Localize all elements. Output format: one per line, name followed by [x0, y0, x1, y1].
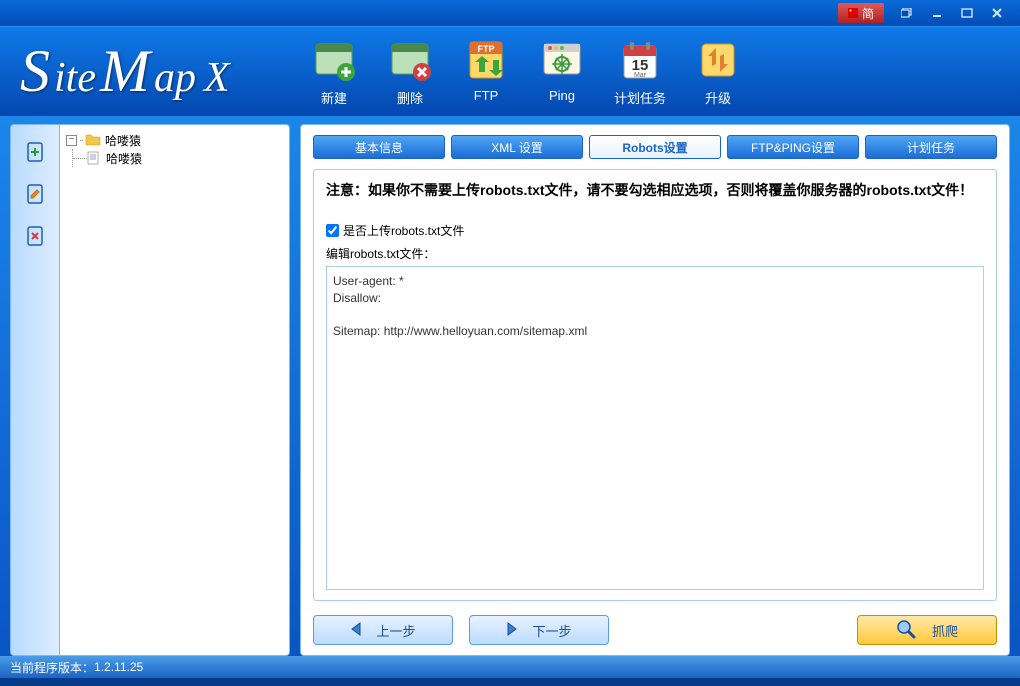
ping-button[interactable]: Ping: [538, 36, 586, 107]
ping-label: Ping: [549, 88, 575, 103]
language-label: 简: [862, 5, 874, 22]
upload-checkbox[interactable]: [326, 224, 339, 237]
tab-robots[interactable]: Robots设置: [589, 135, 721, 159]
button-row: 上一步 下一步 抓爬: [313, 615, 997, 645]
tree-root-label: 哈喽猿: [105, 132, 141, 149]
ftp-icon: FTP: [462, 36, 510, 84]
tree-root[interactable]: − 哈喽猿: [66, 131, 283, 149]
prev-label: 上一步: [376, 621, 415, 640]
side-add-button[interactable]: [20, 137, 50, 167]
delete-icon: [386, 36, 434, 84]
next-label: 下一步: [532, 621, 571, 640]
new-button[interactable]: 新建: [310, 36, 358, 107]
tab-xml[interactable]: XML 设置: [451, 135, 583, 159]
app-logo: SiteMapX: [0, 37, 300, 106]
upload-checkbox-row[interactable]: 是否上传robots.txt文件: [326, 222, 984, 239]
main-area: − 哈喽猿 哈喽猿 基本信息 XML 设置 Robots设置 FTP&PING设…: [0, 116, 1020, 656]
tab-schedule[interactable]: 计划任务: [865, 135, 997, 159]
prev-button[interactable]: 上一步: [313, 615, 453, 645]
maximize-icon: [961, 8, 973, 18]
status-bar: 当前程序版本： 1.2.11.25: [0, 656, 1020, 678]
ftp-button[interactable]: FTP FTP: [462, 36, 510, 107]
arrow-right-icon: [506, 622, 518, 639]
tab-ftpping[interactable]: FTP&PING设置: [727, 135, 859, 159]
delete-label: 删除: [397, 88, 423, 107]
new-icon: [310, 36, 358, 84]
add-page-icon: [23, 140, 47, 164]
ftp-label: FTP: [474, 88, 499, 103]
restore-icon: [901, 8, 913, 18]
tree-panel: − 哈喽猿 哈喽猿: [60, 124, 290, 656]
crawl-label: 抓爬: [932, 621, 958, 640]
tree-collapse-icon[interactable]: −: [66, 135, 77, 146]
maximize-button[interactable]: [952, 3, 982, 23]
minimize-button[interactable]: [922, 3, 952, 23]
folder-icon: [85, 133, 101, 147]
upgrade-icon: [694, 36, 742, 84]
sheet-icon: [86, 151, 102, 165]
delete-page-icon: [23, 224, 47, 248]
tree-child[interactable]: 哈喽猿: [66, 149, 283, 167]
warning-text: 注意：如果你不需要上传robots.txt文件，请不要勾选相应选项，否则将覆盖你…: [326, 180, 984, 200]
robots-panel: 注意：如果你不需要上传robots.txt文件，请不要勾选相应选项，否则将覆盖你…: [313, 169, 997, 601]
edit-page-icon: [23, 182, 47, 206]
upgrade-button[interactable]: 升级: [694, 36, 742, 107]
edit-label: 编辑robots.txt文件：: [326, 245, 984, 262]
language-button[interactable]: 简: [838, 3, 884, 23]
side-toolbar: [10, 124, 60, 656]
upgrade-label: 升级: [705, 88, 731, 107]
toolbar: 新建 删除 FTP FTP Ping 15Mar 计划任务: [300, 36, 742, 107]
arrow-left-icon: [350, 622, 362, 639]
svg-text:FTP: FTP: [478, 44, 495, 54]
minimize-icon: [931, 7, 943, 19]
header: SiteMapX 新建 删除 FTP FTP Ping: [0, 26, 1020, 116]
version-number: 1.2.11.25: [94, 660, 143, 674]
svg-text:Mar: Mar: [634, 72, 647, 79]
schedule-button[interactable]: 15Mar 计划任务: [614, 36, 666, 107]
title-bar: 简: [0, 0, 1020, 26]
robots-textarea[interactable]: [326, 266, 984, 590]
side-edit-button[interactable]: [20, 179, 50, 209]
flag-icon: [848, 8, 858, 18]
restore-window-button[interactable]: [892, 3, 922, 23]
new-label: 新建: [321, 88, 347, 107]
calendar-icon: 15Mar: [616, 36, 664, 84]
version-prefix: 当前程序版本：: [10, 659, 94, 676]
side-delete-button[interactable]: [20, 221, 50, 251]
tab-basic[interactable]: 基本信息: [313, 135, 445, 159]
crawl-button[interactable]: 抓爬: [857, 615, 997, 645]
delete-button[interactable]: 删除: [386, 36, 434, 107]
next-button[interactable]: 下一步: [469, 615, 609, 645]
close-button[interactable]: [982, 3, 1012, 23]
tabs: 基本信息 XML 设置 Robots设置 FTP&PING设置 计划任务: [313, 135, 997, 159]
ping-icon: [538, 36, 586, 84]
content-panel: 基本信息 XML 设置 Robots设置 FTP&PING设置 计划任务 注意：…: [300, 124, 1010, 656]
schedule-label: 计划任务: [614, 88, 666, 107]
magnifier-icon: [896, 619, 916, 642]
upload-checkbox-label: 是否上传robots.txt文件: [343, 222, 464, 239]
tree-child-label: 哈喽猿: [106, 150, 142, 167]
close-icon: [991, 7, 1003, 19]
